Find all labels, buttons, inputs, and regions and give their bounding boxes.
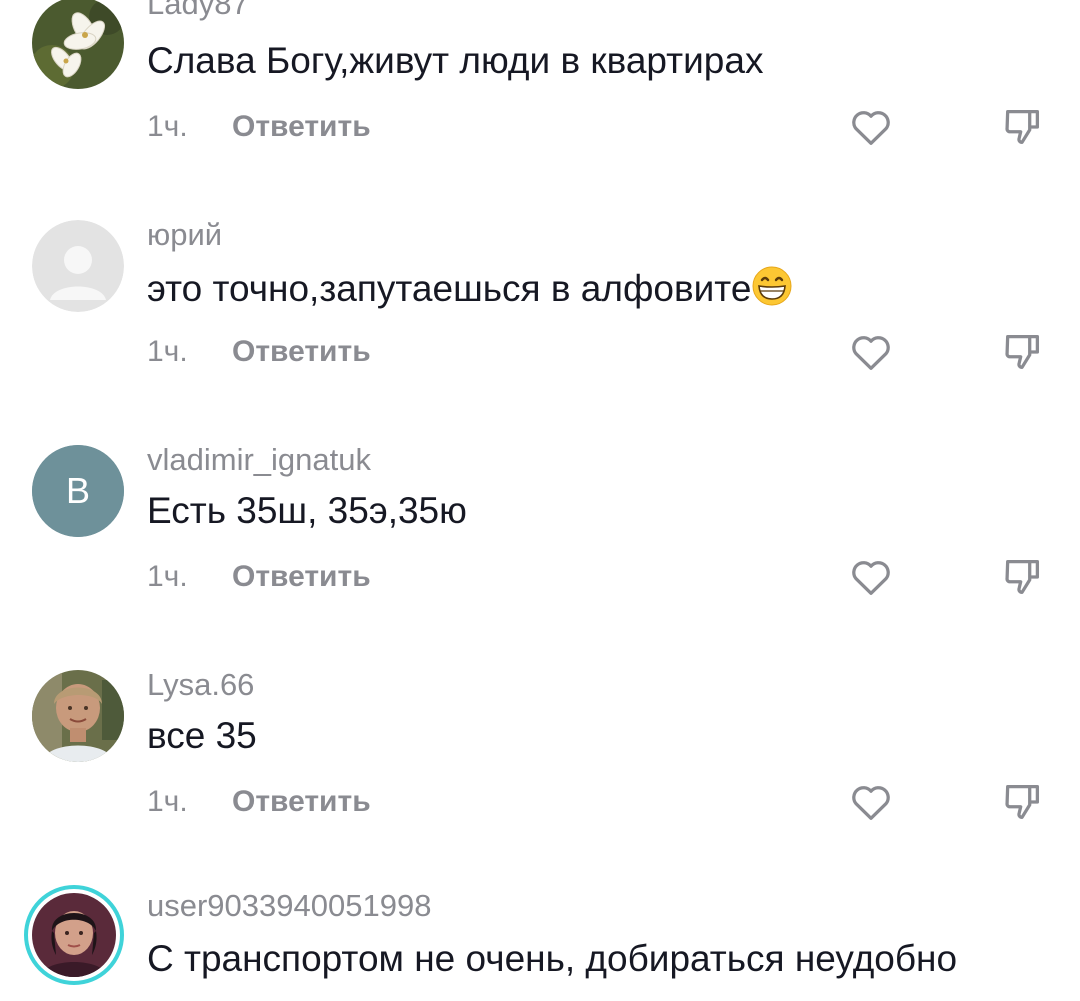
- comment-text: С транспортом не очень, добираться неудо…: [147, 938, 958, 979]
- reply-button[interactable]: Ответить: [232, 110, 371, 144]
- default-user-icon: [32, 220, 124, 312]
- heart-outline-icon[interactable]: [848, 554, 894, 600]
- comment-item: юрий это точно,запутаешься в алфовите 1ч…: [0, 217, 1080, 450]
- heart-outline-icon[interactable]: [848, 779, 894, 825]
- comment-time: 1ч.: [147, 110, 188, 143]
- reply-button[interactable]: Ответить: [232, 560, 371, 594]
- thumbs-down-icon[interactable]: [1000, 104, 1046, 150]
- thumbs-down-icon[interactable]: [1000, 554, 1046, 600]
- reply-button[interactable]: Ответить: [232, 785, 371, 819]
- comment-username[interactable]: vladimir_ignatuk: [147, 442, 371, 478]
- comment-username[interactable]: Lysa.66: [147, 667, 254, 703]
- comment-item: user9033940051998 С транспортом не очень…: [0, 885, 1080, 1001]
- avatar[interactable]: [32, 670, 124, 762]
- comment-time: 1ч.: [147, 560, 188, 593]
- thumbs-down-icon[interactable]: [1000, 779, 1046, 825]
- comment-username[interactable]: юрий: [147, 217, 222, 253]
- reply-button[interactable]: Ответить: [232, 335, 371, 369]
- comment-item: В vladimir_ignatuk Есть 35ш, 35э,35ю 1ч.…: [0, 442, 1080, 675]
- avatar: [32, 893, 116, 977]
- comment-item: Lady87 Слава Богу,живут люди в квартирах…: [0, 0, 1080, 225]
- comment-time: 1ч.: [147, 335, 188, 368]
- avatar-letter: В: [66, 470, 90, 511]
- comment-text: Слава Богу,живут люди в квартирах: [147, 40, 764, 81]
- comment-time: 1ч.: [147, 785, 188, 818]
- avatar[interactable]: [32, 220, 124, 312]
- letter-avatar: В: [32, 445, 124, 537]
- comment-text: это точно,запутаешься в алфовите: [147, 265, 793, 316]
- avatar[interactable]: В: [32, 445, 124, 537]
- grinning-face-emoji: [751, 265, 793, 316]
- woman-avatar-image: [32, 670, 124, 762]
- comment-username[interactable]: Lady87: [147, 0, 249, 22]
- avatar[interactable]: [32, 0, 124, 89]
- heart-outline-icon[interactable]: [848, 329, 894, 375]
- heart-outline-icon[interactable]: [848, 104, 894, 150]
- woman-avatar-image: [32, 893, 116, 977]
- lilies-avatar-image: [32, 0, 124, 89]
- thumbs-down-icon[interactable]: [1000, 329, 1046, 375]
- comment-text: Есть 35ш, 35э,35ю: [147, 490, 467, 531]
- comment-item: Lysa.66 все 35 1ч. Ответить: [0, 667, 1080, 885]
- comment-text-content: это точно,запутаешься в алфовите: [147, 268, 752, 309]
- comment-text: все 35: [147, 715, 257, 756]
- comment-username[interactable]: user9033940051998: [147, 888, 431, 924]
- avatar-story-ring[interactable]: [24, 885, 124, 985]
